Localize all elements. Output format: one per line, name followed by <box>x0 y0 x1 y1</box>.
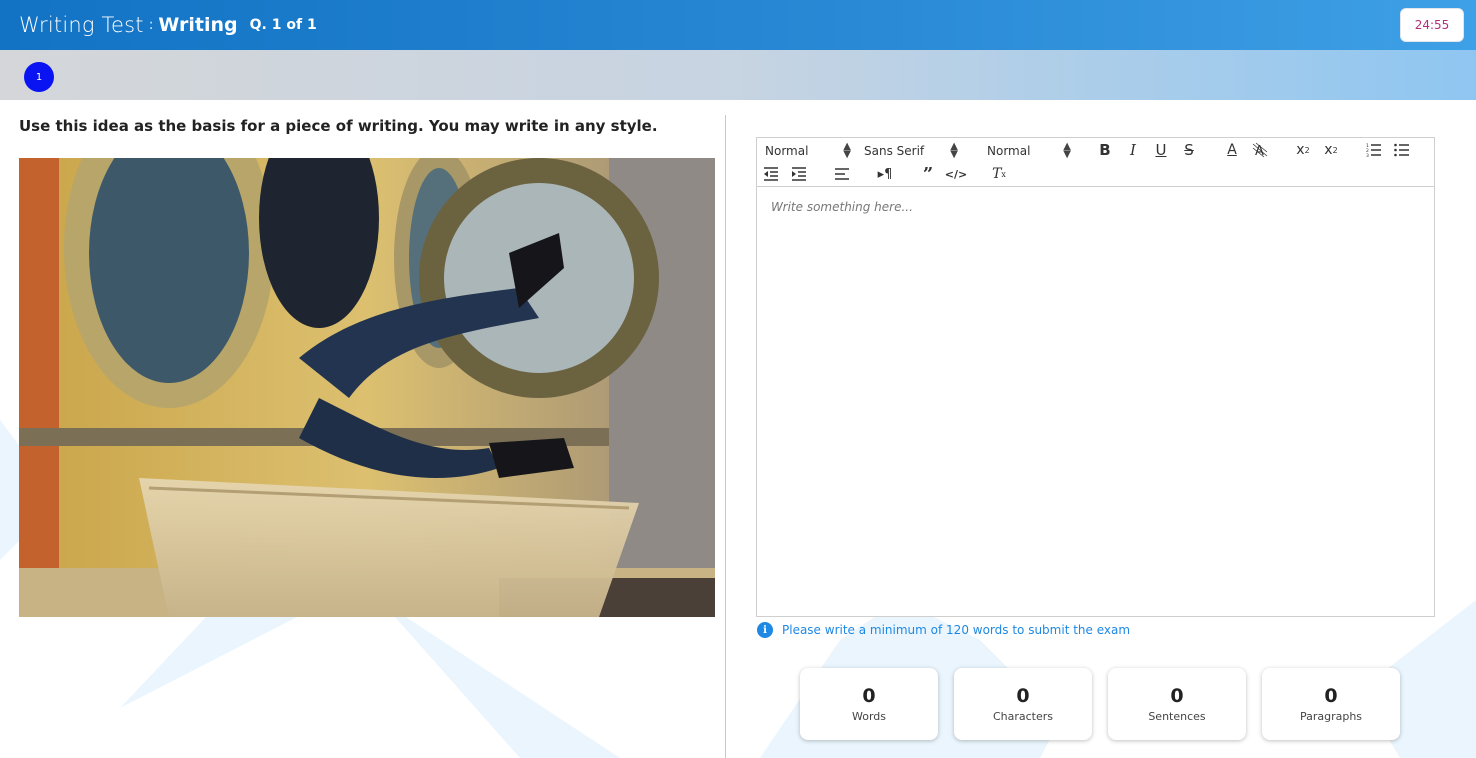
top-header: Writing Test : Writing Q. 1 of 1 24:55 <box>0 0 1476 50</box>
outdent-icon[interactable] <box>761 165 781 183</box>
words-label: Words <box>851 710 886 723</box>
code-block-icon[interactable]: </> <box>945 165 967 183</box>
editor-text-area[interactable]: Write something here... <box>757 187 1434 227</box>
editor-toolbar: Normal ▲ ▼ Sans Serif ▲ ▼ Normal ▲ ▼ B I U … <box>757 138 1434 187</box>
section-title: Writing <box>158 14 238 36</box>
align-left-icon[interactable] <box>832 165 852 183</box>
question-counter: Q. 1 of 1 <box>249 17 317 33</box>
subscript-icon[interactable]: x2 <box>1293 141 1313 159</box>
superscript-icon[interactable]: x2 <box>1321 141 1341 159</box>
paragraphs-count: 0 <box>1324 685 1338 707</box>
font-picker[interactable]: Sans Serif ▲ ▼ <box>864 142 958 160</box>
timer: 24:55 <box>1400 8 1464 42</box>
question-nav-item-1[interactable]: 1 <box>24 62 54 92</box>
hint-text: Please write a minimum of 120 words to s… <box>782 623 1131 637</box>
text-direction-icon[interactable]: ▸¶ <box>875 165 895 183</box>
clear-formatting-icon[interactable]: Tx <box>989 165 1009 183</box>
title-separator: : <box>148 17 154 33</box>
info-icon: i <box>757 622 773 638</box>
background-color-icon[interactable]: A <box>1250 141 1270 159</box>
strikethrough-icon[interactable]: S <box>1179 141 1199 159</box>
font-picker-label: Sans Serif <box>864 144 925 158</box>
header-picker[interactable]: Normal ▲ ▼ <box>765 142 851 160</box>
blockquote-icon[interactable]: ” <box>918 164 938 185</box>
question-nav-bar: 1 <box>0 50 1476 100</box>
paragraphs-label: Paragraphs <box>1299 710 1363 723</box>
characters-label: Characters <box>992 710 1054 723</box>
sentences-label: Sentences <box>1148 710 1206 723</box>
size-picker-arrow-icon: ▲ ▼ <box>1063 141 1071 160</box>
ordered-list-icon[interactable]: 123 <box>1364 141 1384 159</box>
italic-icon[interactable]: I <box>1123 141 1143 159</box>
header-picker-label: Normal <box>765 144 809 158</box>
bold-icon[interactable]: B <box>1095 141 1115 159</box>
text-color-icon[interactable]: A <box>1222 141 1242 159</box>
rich-text-editor: Normal ▲ ▼ Sans Serif ▲ ▼ Normal ▲ ▼ B I U … <box>756 137 1435 617</box>
prompt-image <box>19 158 715 617</box>
indent-icon[interactable] <box>789 165 809 183</box>
word-minimum-hint: i Please write a minimum of 120 words to… <box>757 622 1130 638</box>
underline-icon[interactable]: U <box>1151 141 1171 159</box>
stat-card-sentences: 0 Sentences <box>1108 668 1246 740</box>
stat-card-characters: 0 Characters <box>954 668 1092 740</box>
font-picker-arrow-icon: ▲ ▼ <box>950 141 958 160</box>
question-prompt: Use this idea as the basis for a piece o… <box>19 117 658 135</box>
sentences-count: 0 <box>1170 685 1184 707</box>
header-picker-arrow-icon: ▲ ▼ <box>843 141 851 160</box>
words-count: 0 <box>862 685 876 707</box>
stat-card-words: 0 Words <box>800 668 938 740</box>
size-picker[interactable]: Normal ▲ ▼ <box>987 142 1071 160</box>
app-title: Writing Test <box>19 13 144 37</box>
size-picker-label: Normal <box>987 144 1031 158</box>
svg-text:3: 3 <box>1366 153 1369 157</box>
bullet-list-icon[interactable] <box>1392 141 1412 159</box>
characters-count: 0 <box>1016 685 1030 707</box>
panel-divider <box>725 115 726 758</box>
stat-card-paragraphs: 0 Paragraphs <box>1262 668 1400 740</box>
